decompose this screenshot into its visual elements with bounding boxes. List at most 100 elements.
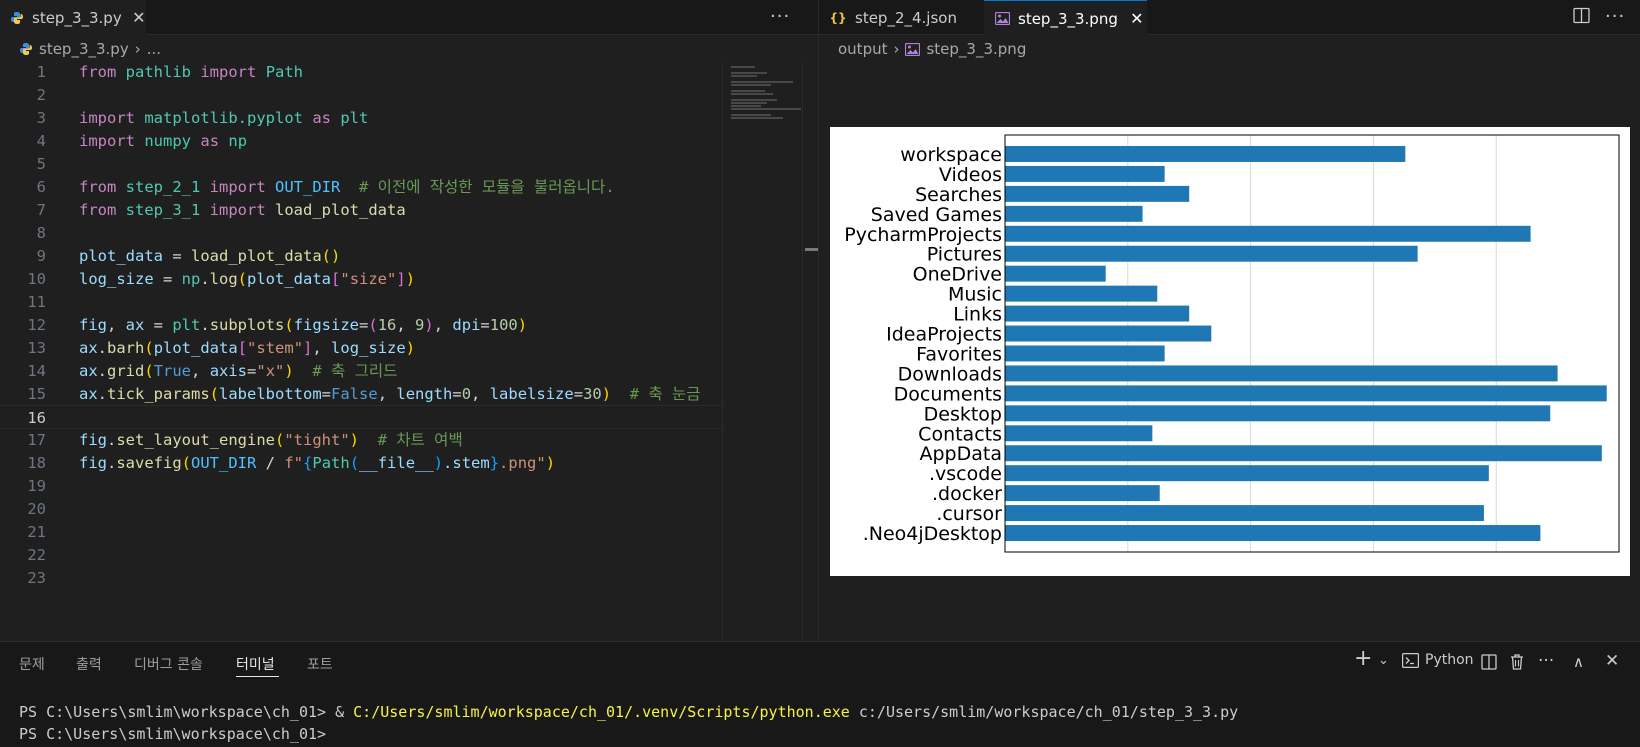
code-line[interactable]: 1 from pathlib import Path (0, 62, 722, 84)
code-text: from pathlib import Path (79, 63, 304, 81)
python-file-icon (19, 42, 33, 56)
code-line[interactable]: 4 import numpy as np (0, 129, 722, 153)
close-icon[interactable]: ✕ (132, 8, 146, 27)
code-text: ax.tick_params(labelbottom=False, length… (79, 385, 701, 403)
code-line[interactable]: 7 from step_3_1 import load_plot_data (0, 198, 722, 222)
image-file-icon (994, 11, 1010, 27)
code-line[interactable]: 21 (0, 520, 722, 544)
tab-step-2-4-json[interactable]: {} step_2_4.json (819, 0, 984, 35)
code-line[interactable]: 13 ax.barh(plot_data["stem"], log_size) (0, 336, 722, 360)
panel-tab-output[interactable]: 출력 (76, 654, 102, 674)
bar (1005, 245, 1418, 262)
terminal-line: PS C:\Users\smlim\workspace\ch_01> & C:/… (19, 701, 1238, 723)
more-actions-icon[interactable]: ··· (770, 6, 790, 27)
code-line[interactable]: 12 fig, ax = plt.subplots(figsize=(16, 9)… (0, 313, 722, 337)
vertical-scrollbar[interactable] (802, 62, 819, 641)
tick-label: workspace (900, 144, 1002, 166)
tick-label: Favorites (916, 343, 1002, 365)
code-line[interactable]: 20 (0, 497, 722, 521)
line-number: 14 (27, 362, 46, 380)
tick-label: PycharmProjects (844, 224, 1002, 246)
more-actions-icon[interactable]: ··· (1605, 6, 1625, 27)
tick-label: .docker (932, 483, 1002, 505)
code-line[interactable]: 18 fig.savefig(OUT_DIR / f"{Path(__file__… (0, 451, 722, 475)
bar (1005, 425, 1153, 442)
image-preview[interactable]: workspace Videos Searches Saved Games Pychar… (830, 127, 1630, 576)
bar (1005, 325, 1212, 342)
minimap[interactable] (722, 62, 802, 641)
panel-tab-problems[interactable]: 문제 (19, 654, 45, 674)
tick-label: Desktop (924, 403, 1002, 425)
code-line[interactable]: 10 log_size = np.log(plot_data["size"]) (0, 267, 722, 291)
line-number: 23 (27, 569, 46, 587)
tick-label: Pictures (927, 244, 1002, 266)
code-line[interactable]: 22 (0, 543, 722, 567)
split-terminal-icon[interactable] (1481, 654, 1497, 675)
code-text: fig, ax = plt.subplots(figsize=(16, 9), … (79, 316, 528, 334)
code-line[interactable]: 15 ax.tick_params(labelbottom=False, leng… (0, 382, 722, 406)
code-line[interactable]: 14 ax.grid(True, axis="x") # 축 그리드 (0, 359, 722, 383)
scroll-position-marker (805, 248, 819, 251)
tab-label: step_3_3.png (1018, 9, 1118, 28)
close-icon[interactable]: ✕ (1128, 9, 1146, 28)
close-panel-icon[interactable]: ✕ (1605, 651, 1619, 671)
code-line[interactable]: 17 fig.set_layout_engine("tight") # 차트 여백 (0, 428, 722, 452)
tick-label: .Neo4jDesktop (863, 523, 1002, 545)
bar (1005, 405, 1551, 422)
breadcrumb-file[interactable]: step_3_3.py (39, 40, 129, 58)
code-line[interactable]: 2 (0, 83, 722, 107)
code-line[interactable]: 3 import matplotlib.pyplot as plt (0, 106, 722, 130)
panel-tab-ports[interactable]: 포트 (307, 654, 333, 674)
code-line[interactable]: 6 from step_2_1 import OUT_DIR # 이전에 작성한 … (0, 175, 722, 199)
code-text: from step_3_1 import load_plot_data (79, 201, 406, 219)
image-breadcrumb: output › step_3_3.png (838, 36, 1026, 62)
shell-selector[interactable]: Python (1402, 652, 1474, 668)
breadcrumb: step_3_3.py › ... (19, 36, 161, 62)
tick-label: Documents (894, 383, 1002, 405)
image-file-icon (905, 42, 921, 56)
more-actions-icon[interactable]: ··· (1538, 651, 1554, 671)
code-line[interactable]: 16 (0, 405, 722, 429)
bar (1005, 465, 1489, 482)
json-file-icon: {} (829, 10, 847, 25)
line-number: 11 (27, 293, 46, 311)
code-line[interactable]: 5 (0, 152, 722, 176)
breadcrumb-trail[interactable]: ... (147, 40, 161, 58)
bar (1005, 205, 1143, 222)
chevron-down-icon[interactable]: ⌄ (1378, 653, 1389, 668)
line-number: 1 (36, 63, 46, 81)
tick-label: Videos (939, 164, 1002, 186)
right-tab-bar: {} step_2_4.json step_3_3.png ✕ ··· (819, 0, 1640, 36)
code-line[interactable]: 9 plot_data = load_plot_data() (0, 244, 722, 268)
code-line[interactable]: 11 (0, 290, 722, 314)
tab-step-3-3-py[interactable]: step_3_3.py ✕ (0, 0, 146, 35)
code-text: log_size = np.log(plot_data["size"]) (79, 270, 416, 288)
tick-label: .cursor (936, 503, 1002, 525)
chevron-right-icon: › (893, 40, 900, 58)
line-number: 9 (36, 247, 46, 265)
breadcrumb-file[interactable]: step_3_3.png (926, 40, 1026, 58)
code-line[interactable]: 19 (0, 474, 722, 498)
terminal-icon (1402, 652, 1419, 668)
bar (1005, 345, 1165, 362)
maximize-panel-icon[interactable]: ∧ (1573, 653, 1584, 671)
line-number: 7 (36, 201, 46, 219)
bar (1005, 485, 1160, 502)
tab-step-3-3-png[interactable]: step_3_3.png ✕ (984, 0, 1147, 36)
terminal[interactable]: PS C:\Users\smlim\workspace\ch_01> & C:/… (19, 701, 1238, 745)
code-line[interactable]: 8 (0, 221, 722, 245)
panel-tab-terminal[interactable]: 터미널 (236, 654, 275, 674)
trash-icon[interactable] (1509, 653, 1525, 675)
add-terminal-icon[interactable]: + (1354, 646, 1372, 671)
terminal-prompt: PS C:\Users\smlim\workspace\ch_01> (19, 725, 336, 743)
tick-label: Contacts (918, 423, 1002, 445)
code-editor[interactable]: 1 from pathlib import Path 2 3 import matplo… (0, 62, 722, 641)
panel-tab-debug-console[interactable]: 디버그 콘솔 (134, 654, 203, 674)
bar (1005, 225, 1531, 242)
left-tab-bar: step_3_3.py ✕ ··· (0, 0, 818, 35)
code-line[interactable]: 23 (0, 566, 722, 590)
split-editor-icon[interactable] (1573, 7, 1591, 25)
terminal-argument: c:/Users/smlim/workspace/ch_01/step_3_3.… (849, 703, 1239, 721)
python-file-icon (10, 10, 24, 26)
breadcrumb-folder[interactable]: output (838, 40, 887, 58)
